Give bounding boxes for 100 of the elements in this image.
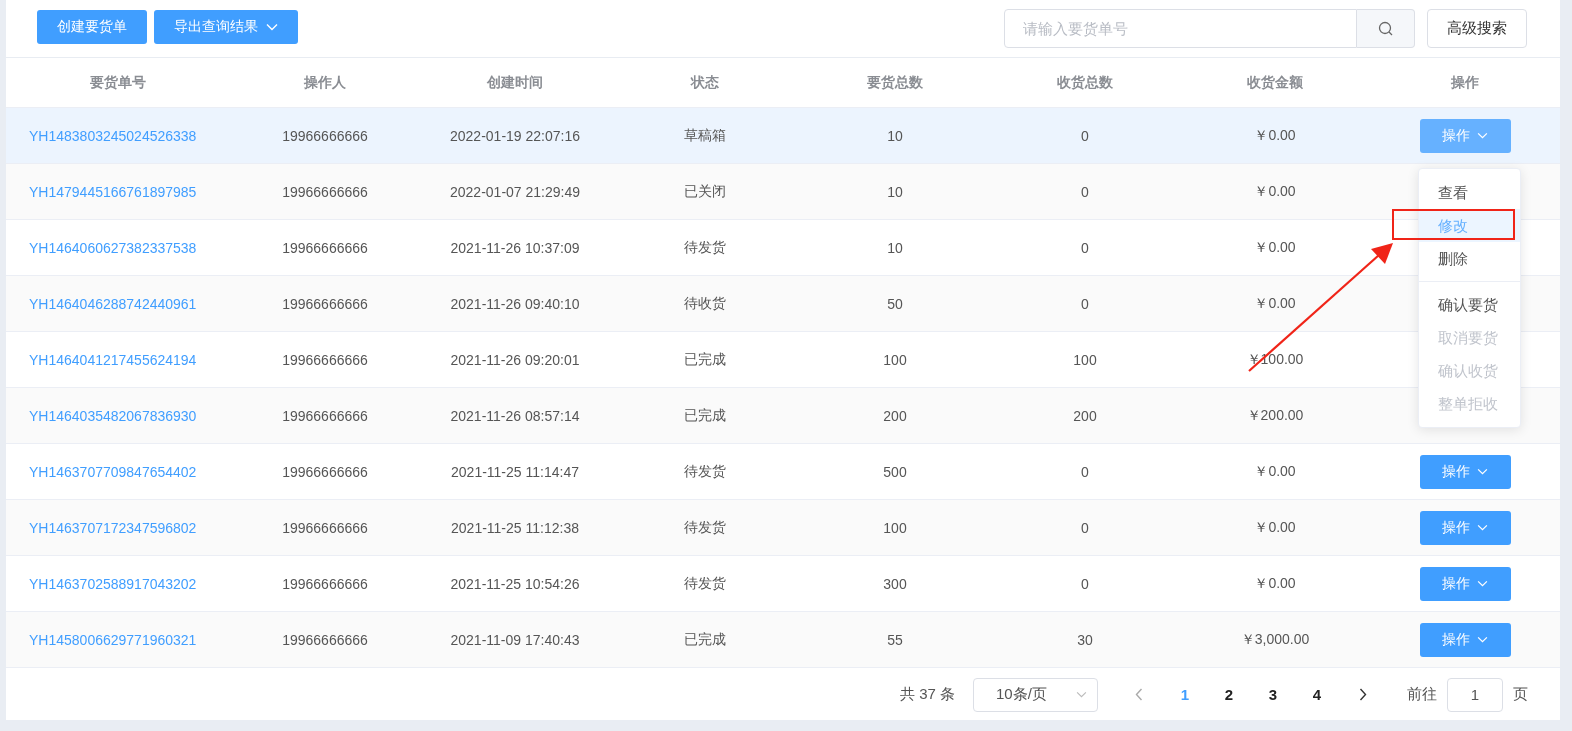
column-header: 操作人 (304, 73, 346, 92)
next-page-icon[interactable] (1359, 688, 1368, 701)
table-cell: 2021-11-25 11:14:47 (451, 463, 579, 480)
column-header: 收货总数 (1057, 73, 1113, 92)
page-number[interactable]: 3 (1251, 686, 1296, 703)
table-cell: 0 (1081, 127, 1089, 144)
action-button[interactable]: 操作 (1419, 566, 1511, 601)
action-button[interactable]: 操作 (1419, 118, 1511, 153)
caret-icon (1477, 132, 1488, 139)
page-number[interactable]: 4 (1295, 686, 1340, 703)
action-button[interactable]: 操作 (1419, 622, 1511, 657)
table-cell: 100 (1073, 351, 1097, 368)
order-number-link[interactable]: YH1483803245024526338 (29, 127, 197, 144)
table-cell: ￥0.00 (1254, 518, 1296, 537)
order-number-link[interactable]: YH1463707709847654402 (29, 463, 197, 480)
search-field[interactable]: 请输入要货单号 (1004, 9, 1357, 48)
table-cell: 19966666666 (282, 295, 368, 312)
table-cell: 待发货 (684, 238, 726, 257)
table-cell: 19966666666 (282, 183, 368, 200)
caret-icon (266, 23, 278, 31)
previous-page-icon[interactable] (1135, 688, 1144, 701)
table-cell: 19966666666 (282, 463, 368, 480)
toolbar-button[interactable]: 创建要货单 (37, 10, 147, 44)
column-header: 要货总数 (867, 73, 923, 92)
search-icon (1377, 20, 1394, 37)
table-cell: 已完成 (684, 630, 726, 649)
table-cell: 已关闭 (684, 182, 726, 201)
table-cell: 19966666666 (282, 631, 368, 648)
table-cell: ￥0.00 (1254, 238, 1296, 257)
page-number[interactable]: 2 (1207, 686, 1252, 703)
table-cell: 2021-11-26 09:40:10 (450, 295, 580, 312)
page-suffix: 页 (1513, 685, 1529, 704)
menu-item[interactable]: 查看 (1419, 176, 1520, 209)
table-cell: 待发货 (684, 518, 726, 537)
table-cell: 2021-11-25 10:54:26 (450, 575, 580, 592)
table-cell: 50 (887, 295, 903, 312)
table-cell: 19966666666 (282, 519, 368, 536)
table-cell: ￥0.00 (1254, 574, 1296, 593)
table-cell: 待发货 (684, 462, 726, 481)
caret-icon (1477, 468, 1488, 475)
table-cell: 0 (1081, 295, 1089, 312)
order-number-link[interactable]: YH1479445166761897985 (29, 183, 197, 200)
table-cell: 10 (887, 183, 903, 200)
table-cell: 2021-11-25 11:12:38 (451, 519, 579, 536)
caret-icon (1477, 580, 1488, 587)
caret-icon (1477, 636, 1488, 643)
order-number-link[interactable]: YH1463702588917043202 (29, 575, 197, 592)
column-header: 创建时间 (487, 73, 543, 92)
goto-label: 前往 (1407, 685, 1438, 704)
table-cell: ￥0.00 (1254, 462, 1296, 481)
table-cell: 2021-11-26 09:20:01 (450, 351, 580, 368)
column-header: 状态 (691, 73, 719, 92)
column-header: 要货单号 (90, 73, 146, 92)
table-cell: ￥100.00 (1246, 350, 1304, 369)
table-cell: 0 (1081, 239, 1089, 256)
menu-item[interactable]: 删除 (1419, 242, 1520, 275)
table-cell: 待发货 (684, 574, 726, 593)
table-cell: ￥200.00 (1246, 406, 1304, 425)
menu-item[interactable]: 确认要货 (1419, 281, 1520, 321)
table-cell: 10 (887, 127, 903, 144)
toolbar-button[interactable]: 导出查询结果 (154, 10, 298, 44)
chevron-down-icon (1076, 691, 1088, 698)
table-cell: 19966666666 (282, 407, 368, 424)
table-cell: 100 (883, 351, 907, 368)
search-button[interactable] (1357, 9, 1415, 48)
order-number-link[interactable]: YH1463707172347596802 (29, 519, 197, 536)
table-cell: 300 (883, 575, 907, 592)
table-cell: 0 (1081, 463, 1089, 480)
caret-icon (1477, 524, 1488, 531)
table-cell: 草稿箱 (684, 126, 726, 145)
table-cell: ￥0.00 (1254, 126, 1296, 145)
goto-page-field[interactable]: 1 (1447, 677, 1504, 712)
order-number-link[interactable]: YH1458006629771960321 (29, 631, 197, 648)
table-cell: 0 (1081, 183, 1089, 200)
order-number-link[interactable]: YH1464060627382337538 (29, 239, 197, 256)
table-cell: 30 (1077, 631, 1093, 648)
table-cell: 19966666666 (282, 351, 368, 368)
column-header: 操作 (1451, 73, 1479, 92)
table-cell: 2022-01-07 21:29:49 (450, 183, 580, 200)
page-size-select[interactable]: 10条/页 (973, 677, 1099, 712)
order-number-link[interactable]: YH1464041217455624194 (29, 351, 197, 368)
table-cell: 10 (887, 239, 903, 256)
table-cell: 200 (883, 407, 907, 424)
table-cell: ￥0.00 (1254, 182, 1296, 201)
advanced-search-button[interactable]: 高级搜索 (1427, 9, 1527, 48)
page-number[interactable]: 1 (1163, 686, 1208, 703)
table-cell: 200 (1073, 407, 1097, 424)
table-cell: 已完成 (684, 350, 726, 369)
total-count: 共 37 条 (900, 685, 956, 704)
table-cell: 2021-11-26 10:37:09 (450, 239, 580, 256)
table-cell: 0 (1081, 519, 1089, 536)
table-cell: ￥3,000.00 (1240, 630, 1310, 649)
order-number-link[interactable]: YH1464046288742440961 (29, 295, 197, 312)
column-header: 收货金额 (1247, 73, 1303, 92)
table-cell: 2021-11-09 17:40:43 (450, 631, 580, 648)
order-number-link[interactable]: YH1464035482067836930 (29, 407, 197, 424)
table-cell: 19966666666 (282, 575, 368, 592)
table-cell: 100 (883, 519, 907, 536)
action-button[interactable]: 操作 (1419, 454, 1511, 489)
action-button[interactable]: 操作 (1419, 510, 1511, 545)
